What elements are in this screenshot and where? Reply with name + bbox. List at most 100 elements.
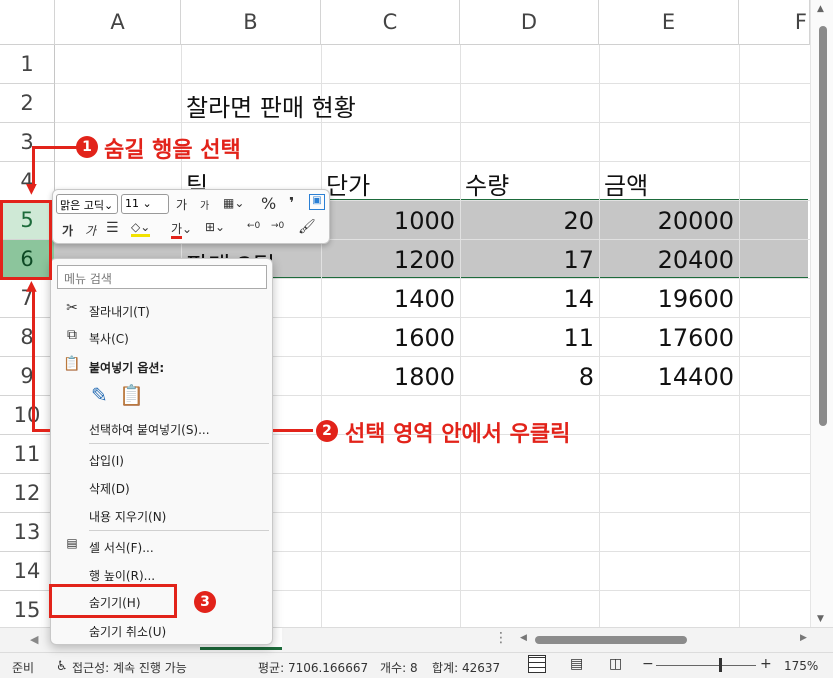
paste-formatting-icon[interactable]: ✎ [91,383,108,407]
column-header-e[interactable]: E [599,0,739,45]
status-bar: 준비 ♿ 접근성: 계속 진행 가능 평균: 7106.166667 개수: 8… [0,652,833,678]
scroll-down-icon[interactable]: ▼ [817,614,824,624]
menu-copy[interactable]: ⧉ 복사(C) [51,324,272,350]
paste-clipboard-icon[interactable]: 📋 [119,383,144,407]
vertical-scrollbar[interactable]: ▲ ▼ [810,0,833,652]
arrow-down-icon: ▼ [26,181,37,197]
header-qty[interactable]: 수량 [465,166,509,201]
cell-amount[interactable]: 19600 [599,285,734,313]
menu-clear-contents[interactable]: 내용 지우기(N) [51,502,272,528]
column-header-f[interactable]: F [739,0,810,45]
row-header-15[interactable]: 15 [0,591,55,630]
row-header-13[interactable]: 13 [0,513,55,552]
gridline [55,122,810,123]
fill-color-icon[interactable]: ◇⌄ [131,220,151,237]
menu-separator [89,530,269,531]
zoom-out-button[interactable]: − [642,656,654,672]
cell-qty[interactable]: 17 [460,246,594,274]
menu-paste-special[interactable]: 선택하여 붙여넣기(S)... [51,415,272,441]
step-1-badge: 1 [76,136,98,158]
decrease-font-icon[interactable]: 가 [200,197,209,212]
align-center-icon[interactable]: ☰ [106,220,119,236]
cell-amount[interactable]: 14400 [599,363,734,391]
cell-price[interactable]: 1200 [321,246,455,274]
menu-delete[interactable]: 삭제(D) [51,474,272,500]
cell-amount[interactable]: 17600 [599,324,734,352]
arrow-up-icon: ▲ [26,278,37,294]
borders-icon[interactable]: ⊞⌄ [205,220,225,234]
gridline [739,45,740,627]
annotation-line [32,429,50,432]
menu-format-cells[interactable]: ▤ 셀 서식(F)... [51,533,272,559]
row-header-8[interactable]: 8 [0,318,55,357]
gridline [55,83,810,84]
row-header-1[interactable]: 1 [0,45,55,84]
horizontal-scroll-thumb[interactable] [535,636,687,644]
column-header-b[interactable]: B [181,0,321,45]
sheet-title[interactable]: 찰라면 판매 현황 [186,88,356,123]
menu-paste-options: 📋 붙여넣기 옵션: [63,356,165,375]
row-header-14[interactable]: 14 [0,552,55,591]
hscroll-left-icon[interactable]: ◀ [520,633,527,643]
cell-amount[interactable]: 20000 [599,207,734,235]
column-header-c[interactable]: C [321,0,460,45]
cell-price[interactable]: 1400 [321,285,455,313]
increase-decimal-icon[interactable]: ←0 [247,221,260,231]
paint-brush-icon[interactable]: 🖌 [298,219,316,235]
hscroll-right-icon[interactable]: ▶ [800,633,807,643]
menu-insert[interactable]: 삽입(I) [51,446,272,472]
format-painter-icon[interactable]: ▣ [309,194,325,210]
font-name-box[interactable]: 맑은 고딕⌄ [56,194,118,214]
copy-icon: ⧉ [67,327,77,343]
row-header-9[interactable]: 9 [0,357,55,396]
zoom-in-button[interactable]: + [760,656,772,672]
accessibility-icon[interactable]: ♿ [56,659,68,674]
cell-qty[interactable]: 14 [460,285,594,313]
zoom-level[interactable]: 175% [784,659,818,673]
font-color-icon[interactable]: 가⌄ [171,220,192,239]
row-header-11[interactable]: 11 [0,435,55,474]
header-price[interactable]: 단가 [326,166,370,201]
step-2-badge: 2 [316,420,338,442]
step-2-label: 선택 영역 안에서 우클릭 [345,422,571,447]
comma-style-icon[interactable]: ❜ [289,194,294,212]
select-all-corner[interactable] [0,0,55,45]
percent-style-icon[interactable]: % [261,194,276,213]
scroll-up-icon[interactable]: ▲ [817,4,824,14]
row-header-3[interactable]: 3 [0,123,55,162]
hide-menu-highlight-box [49,584,177,618]
cell-qty[interactable]: 20 [460,207,594,235]
row-header-2[interactable]: 2 [0,84,55,123]
more-icon[interactable]: ⋮ [494,630,508,646]
vertical-scroll-thumb[interactable] [819,26,827,426]
cell-price[interactable]: 1000 [321,207,455,235]
italic-icon[interactable]: 가 [85,222,96,239]
status-count: 개수: 8 [380,661,418,675]
row-header-12[interactable]: 12 [0,474,55,513]
header-amount[interactable]: 금액 [604,166,648,201]
font-size-box[interactable]: 11 ⌄ [121,194,169,214]
increase-font-icon[interactable]: 가 [176,196,187,213]
status-average: 평균: 7106.166667 [258,661,369,675]
menu-search-input[interactable]: 메뉴 검색 [57,265,267,289]
zoom-slider-thumb[interactable] [719,658,722,672]
menu-cut[interactable]: ✂ 잘라내기(T) [51,297,272,323]
column-header-a[interactable]: A [55,0,181,45]
cell-qty[interactable]: 11 [460,324,594,352]
cell-qty[interactable]: 8 [460,363,594,391]
cell-price[interactable]: 1600 [321,324,455,352]
page-break-icon[interactable]: ◫ [609,656,622,672]
cell-amount[interactable]: 20400 [599,246,734,274]
bold-icon[interactable]: 가 [62,222,73,239]
column-header-d[interactable]: D [460,0,599,45]
page-layout-icon[interactable]: ▤ [570,656,583,672]
cell-price[interactable]: 1800 [321,363,455,391]
format-cells-icon: ▤ [66,536,78,550]
zoom-slider[interactable] [656,665,756,666]
menu-unhide[interactable]: 숨기기 취소(U) [51,617,272,643]
accounting-format-icon[interactable]: ▦⌄ [223,196,244,210]
tab-scroll-left-icon[interactable]: ◀ [30,633,38,646]
status-accessibility[interactable]: 접근성: 계속 진행 가능 [72,659,187,676]
normal-view-icon[interactable] [528,655,546,673]
decrease-decimal-icon[interactable]: →0 [271,221,284,231]
